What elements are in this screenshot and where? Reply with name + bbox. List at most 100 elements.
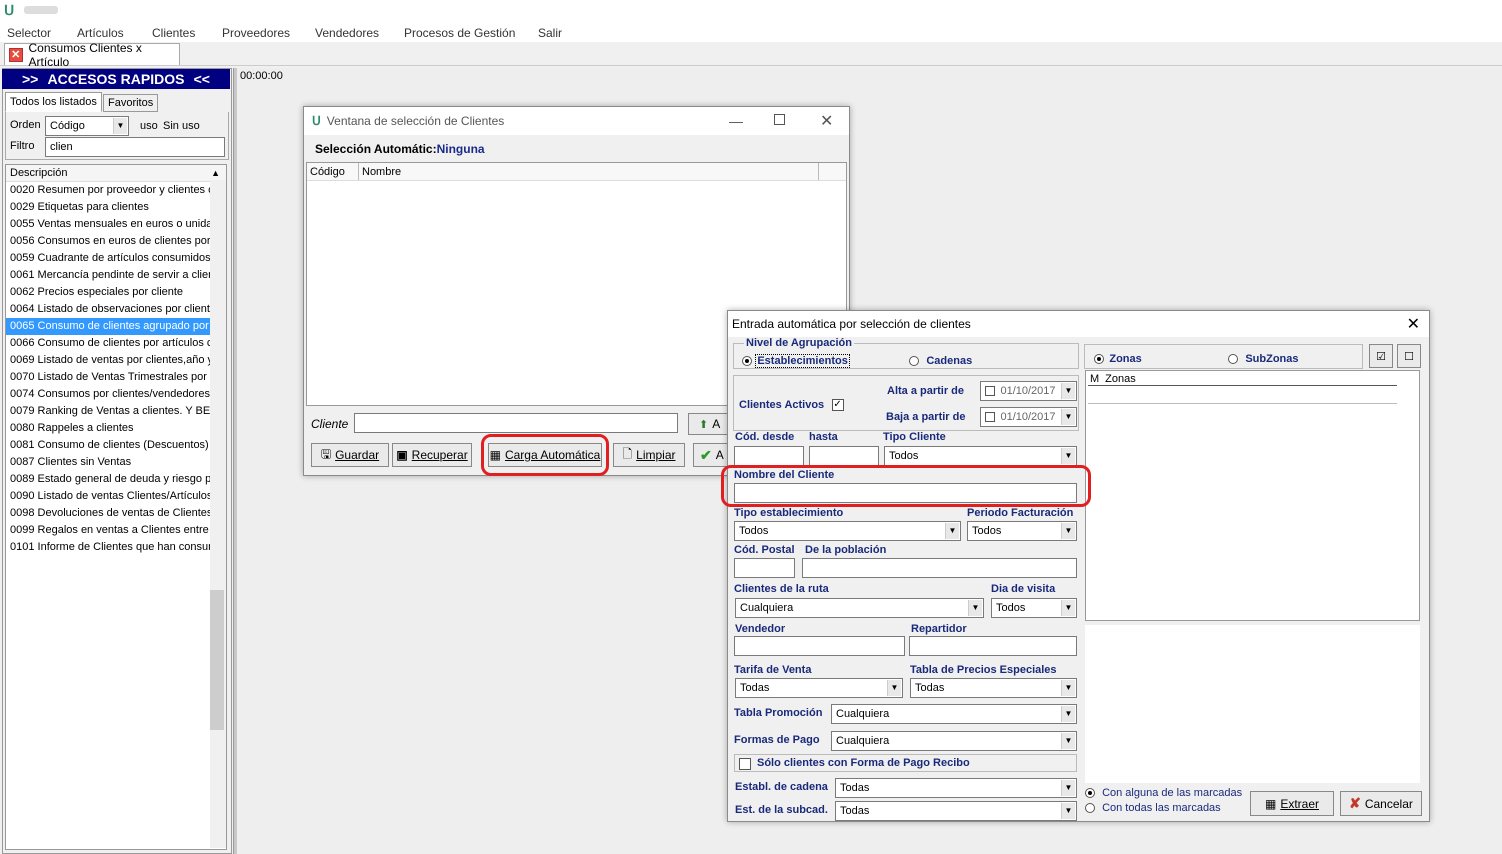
cadena-select[interactable]: Todas ▼ [835, 778, 1077, 798]
col-nombre[interactable]: Nombre [359, 163, 819, 180]
menu-procesos[interactable]: Procesos de Gestión [404, 26, 515, 40]
con-alguna-radio[interactable]: Con alguna de las marcadas [1085, 787, 1242, 799]
uncheck-all-button[interactable]: ☐ [1397, 344, 1421, 368]
con-todas-radio[interactable]: Con todas las marcadas [1085, 802, 1221, 814]
poblacion-label: De la población [805, 544, 887, 556]
close-icon[interactable]: ✕ [820, 111, 833, 131]
list-item[interactable]: 0074 Consumos por clientes/vendedores [6, 386, 211, 403]
promo-select[interactable]: Cualquiera ▼ [831, 704, 1077, 724]
tipo-estab-select[interactable]: Todos ▼ [734, 521, 961, 541]
zonas-divider [1088, 403, 1397, 404]
list-item[interactable]: 0079 Ranking de Ventas a clientes. Y BEI [6, 403, 211, 420]
list-item[interactable]: 0069 Listado de ventas por clientes,año … [6, 352, 211, 369]
menu-vendedores[interactable]: Vendedores [315, 26, 379, 40]
subcad-select[interactable]: Todas ▼ [835, 801, 1077, 821]
aceptar-button[interactable]: ✔ A [693, 443, 731, 467]
list-item[interactable]: 0056 Consumos en euros de clientes por [6, 233, 211, 250]
collapse-button[interactable]: << [194, 71, 210, 87]
periodo-select[interactable]: Todos ▼ [967, 521, 1077, 541]
establecimientos-radio[interactable]: Establecimientos [742, 353, 850, 368]
baja-checkbox[interactable] [985, 412, 995, 422]
extraer-button[interactable]: ▦ Extraer [1250, 791, 1334, 816]
orden-select[interactable]: Código ▼ [45, 116, 129, 136]
minimize-icon[interactable]: — [729, 113, 743, 129]
scroll-thumb[interactable] [210, 590, 224, 730]
zonas-col-name[interactable]: Zonas [1105, 373, 1136, 385]
close-icon[interactable]: ✕ [1407, 314, 1420, 334]
radio-off [1085, 803, 1095, 814]
cod-desde-input[interactable] [734, 446, 804, 466]
guardar-button[interactable]: 🖫 Guardar [311, 443, 389, 467]
baja-date[interactable]: 01/10/2017 ▼ [980, 407, 1077, 427]
solo-recibo-row[interactable]: Sólo clientes con Forma de Pago Recibo [734, 754, 1077, 772]
quick-access-header: >> ACCESOS RAPIDOS << [2, 69, 230, 89]
aceptar-top-button[interactable]: ⬆ A [688, 413, 728, 435]
list-item[interactable]: 0020 Resumen por proveedor y clientes c [6, 182, 211, 199]
repartidor-input[interactable] [909, 636, 1077, 656]
formas-select[interactable]: Cualquiera ▼ [831, 731, 1077, 751]
col-codigo[interactable]: Código [307, 163, 359, 180]
app-logo-icon: ᑌ [312, 114, 321, 128]
menu-articulos[interactable]: Artículos [77, 26, 124, 40]
tab-todos-listados[interactable]: Todos los listados [5, 92, 102, 112]
chevron-down-icon: ▼ [887, 680, 901, 696]
aceptar-top-label: A [712, 417, 721, 431]
list-header[interactable]: Descripción ▲ [6, 165, 226, 182]
alta-checkbox[interactable] [985, 386, 995, 396]
list-scrollbar[interactable] [210, 180, 226, 848]
maximize-icon[interactable] [774, 114, 785, 125]
limpiar-button[interactable]: 🗋 Limpiar [613, 443, 685, 467]
dia-select[interactable]: Todos ▼ [991, 598, 1077, 618]
vendedor-input[interactable] [734, 636, 905, 656]
filtro-input[interactable]: clien [45, 137, 225, 157]
hasta-input[interactable] [809, 446, 879, 466]
list-item[interactable]: 0101 Informe de Clientes que han consum [6, 539, 211, 556]
list-item[interactable]: 0062 Precios especiales por cliente [6, 284, 211, 301]
menu-clientes[interactable]: Clientes [152, 26, 195, 40]
cliente-input[interactable] [354, 413, 678, 433]
zonas-radio[interactable]: Zonas [1094, 351, 1142, 365]
cod-postal-input[interactable] [734, 558, 795, 578]
zonas-col-m[interactable]: M [1090, 373, 1099, 385]
list-item[interactable]: 0089 Estado general de deuda y riesgo p [6, 471, 211, 488]
list-item[interactable]: 0065 Consumo de clientes agrupado por a [6, 318, 211, 335]
document-tab[interactable]: ✕ Consumos Clientes x Artículo [4, 41, 180, 69]
list-item[interactable]: 0080 Rappeles a clientes [6, 420, 211, 437]
list-item[interactable]: 0070 Listado de Ventas Trimestrales por [6, 369, 211, 386]
list-item[interactable]: 0081 Consumo de clientes (Descuentos) [6, 437, 211, 454]
menu-proveedores[interactable]: Proveedores [222, 26, 290, 40]
list-item[interactable]: 0061 Mercancía pendinte de servir a clie… [6, 267, 211, 284]
list-item[interactable]: 0066 Consumo de clientes por artículos c [6, 335, 211, 352]
tabla-precios-select[interactable]: Todas ▼ [910, 678, 1077, 698]
list-item[interactable]: 0029 Etiquetas para clientes [6, 199, 211, 216]
tarifa-select[interactable]: Todas ▼ [735, 678, 903, 698]
solo-recibo-checkbox[interactable] [739, 757, 751, 770]
recuperar-button[interactable]: ▣ Recuperar [392, 443, 472, 467]
orden-value: Código [50, 120, 85, 132]
zonas-list[interactable]: M Zonas [1085, 370, 1420, 621]
disk-icon: ▣ [396, 448, 408, 462]
menu-salir[interactable]: Salir [538, 26, 562, 40]
list-item[interactable]: 0099 Regalos en ventas a Clientes entre [6, 522, 211, 539]
tab-favoritos[interactable]: Favoritos [103, 94, 158, 112]
cadenas-radio[interactable]: Cadenas [909, 353, 972, 367]
check-all-button[interactable]: ☑ [1369, 344, 1393, 368]
checkbox-checked-icon: ☑ [1376, 350, 1386, 363]
cancelar-button[interactable]: ✘ Cancelar [1340, 791, 1422, 816]
tipo-cliente-select[interactable]: Todos ▼ [884, 446, 1077, 466]
ruta-select[interactable]: Cualquiera ▼ [735, 598, 984, 618]
clientes-activos-checkbox[interactable]: Clientes Activos ✓ [739, 397, 844, 411]
close-icon[interactable]: ✕ [9, 47, 23, 62]
list-item[interactable]: 0090 Listado de ventas Clientes/Artículo… [6, 488, 211, 505]
poblacion-input[interactable] [802, 558, 1077, 578]
hasta-label: hasta [809, 431, 838, 443]
list-item[interactable]: 0064 Listado de observaciones por client [6, 301, 211, 318]
list-item[interactable]: 0087 Clientes sin Ventas [6, 454, 211, 471]
subzonas-radio[interactable]: SubZonas [1228, 351, 1299, 365]
list-item[interactable]: 0059 Cuadrante de artículos consumidos [6, 250, 211, 267]
expand-button[interactable]: >> [22, 71, 38, 87]
list-item[interactable]: 0098 Devoluciones de ventas de Clientes [6, 505, 211, 522]
list-item[interactable]: 0055 Ventas mensuales en euros o unida [6, 216, 211, 233]
alta-date[interactable]: 01/10/2017 ▼ [980, 381, 1077, 401]
menu-selector[interactable]: Selector [7, 26, 51, 40]
